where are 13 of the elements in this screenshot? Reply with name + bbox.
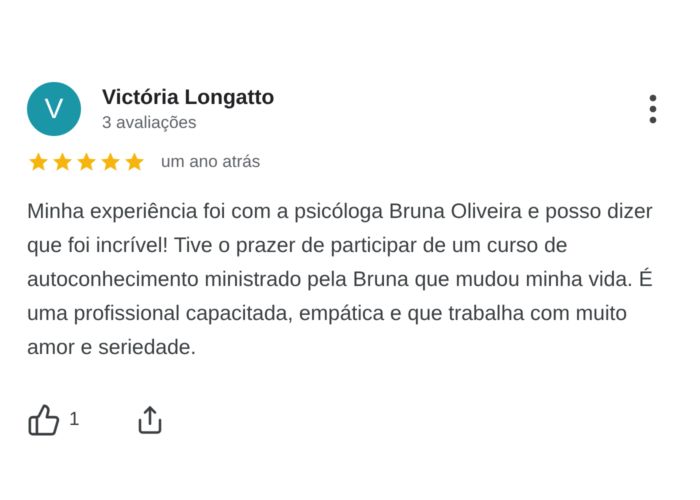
review-count: 3 avaliações: [102, 112, 198, 132]
review-text: Minha experiência foi com a psicóloga Bruna Oliveira e posso dizer que foi incrível! Tive o prazer de participar de um curso de autoconhecimento ministrado pela Bruna que mudou minha vida. É uma profissional capacitada, empática e que trabalha com muito amor e seriedade.: [27, 199, 654, 361]
like-count: 1: [69, 409, 80, 431]
star-icon: [75, 151, 98, 173]
star-icon: [27, 151, 50, 173]
thumbs-up-icon[interactable]: [27, 403, 61, 437]
avatar: V: [27, 82, 81, 136]
star-icon: [99, 151, 122, 173]
star-icon: [51, 151, 74, 173]
more-options-icon[interactable]: [648, 94, 658, 124]
star-icon: [123, 151, 146, 173]
reviewer-name: Victória Longatto: [102, 86, 276, 110]
review-time: um ano atrás: [161, 152, 260, 172]
